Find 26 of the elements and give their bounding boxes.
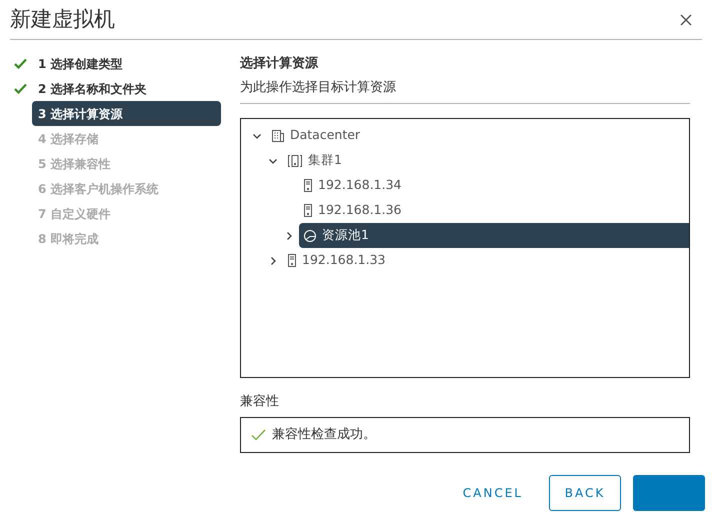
tree-item[interactable]: 资源池1 bbox=[299, 223, 689, 248]
check-icon bbox=[14, 83, 27, 94]
cancel-button[interactable]: CANCEL bbox=[448, 474, 537, 510]
cluster-icon bbox=[287, 154, 303, 168]
compatibility-message: 兼容性检查成功。 bbox=[272, 426, 376, 444]
dialog-title: 新建虚拟机 bbox=[10, 6, 115, 33]
section-subtitle: 为此操作选择目标计算资源 bbox=[240, 78, 690, 104]
gauge-icon bbox=[303, 228, 317, 242]
check-icon bbox=[14, 58, 27, 69]
server-icon bbox=[303, 178, 313, 193]
wizard-step[interactable]: 3 选择计算资源 bbox=[32, 101, 221, 126]
back-button[interactable]: BACK bbox=[549, 474, 621, 510]
close-icon[interactable] bbox=[680, 14, 692, 26]
tree-item[interactable]: Datacenter bbox=[267, 123, 689, 148]
building-icon bbox=[271, 128, 285, 142]
wizard-step[interactable]: 2 选择名称和文件夹 bbox=[32, 76, 221, 101]
tree-item[interactable]: 192.168.1.33 bbox=[283, 248, 689, 273]
server-icon bbox=[303, 203, 313, 218]
check-icon bbox=[251, 428, 266, 440]
tree-item[interactable]: 192.168.1.34 bbox=[299, 173, 689, 198]
server-icon bbox=[287, 253, 297, 268]
compatibility-label: 兼容性 bbox=[240, 393, 280, 411]
wizard-step[interactable]: 1 选择创建类型 bbox=[32, 51, 221, 76]
tree-item[interactable]: 192.168.1.36 bbox=[299, 198, 689, 223]
section-title: 选择计算资源 bbox=[240, 55, 320, 73]
tree-item[interactable]: 集群1 bbox=[283, 148, 689, 173]
